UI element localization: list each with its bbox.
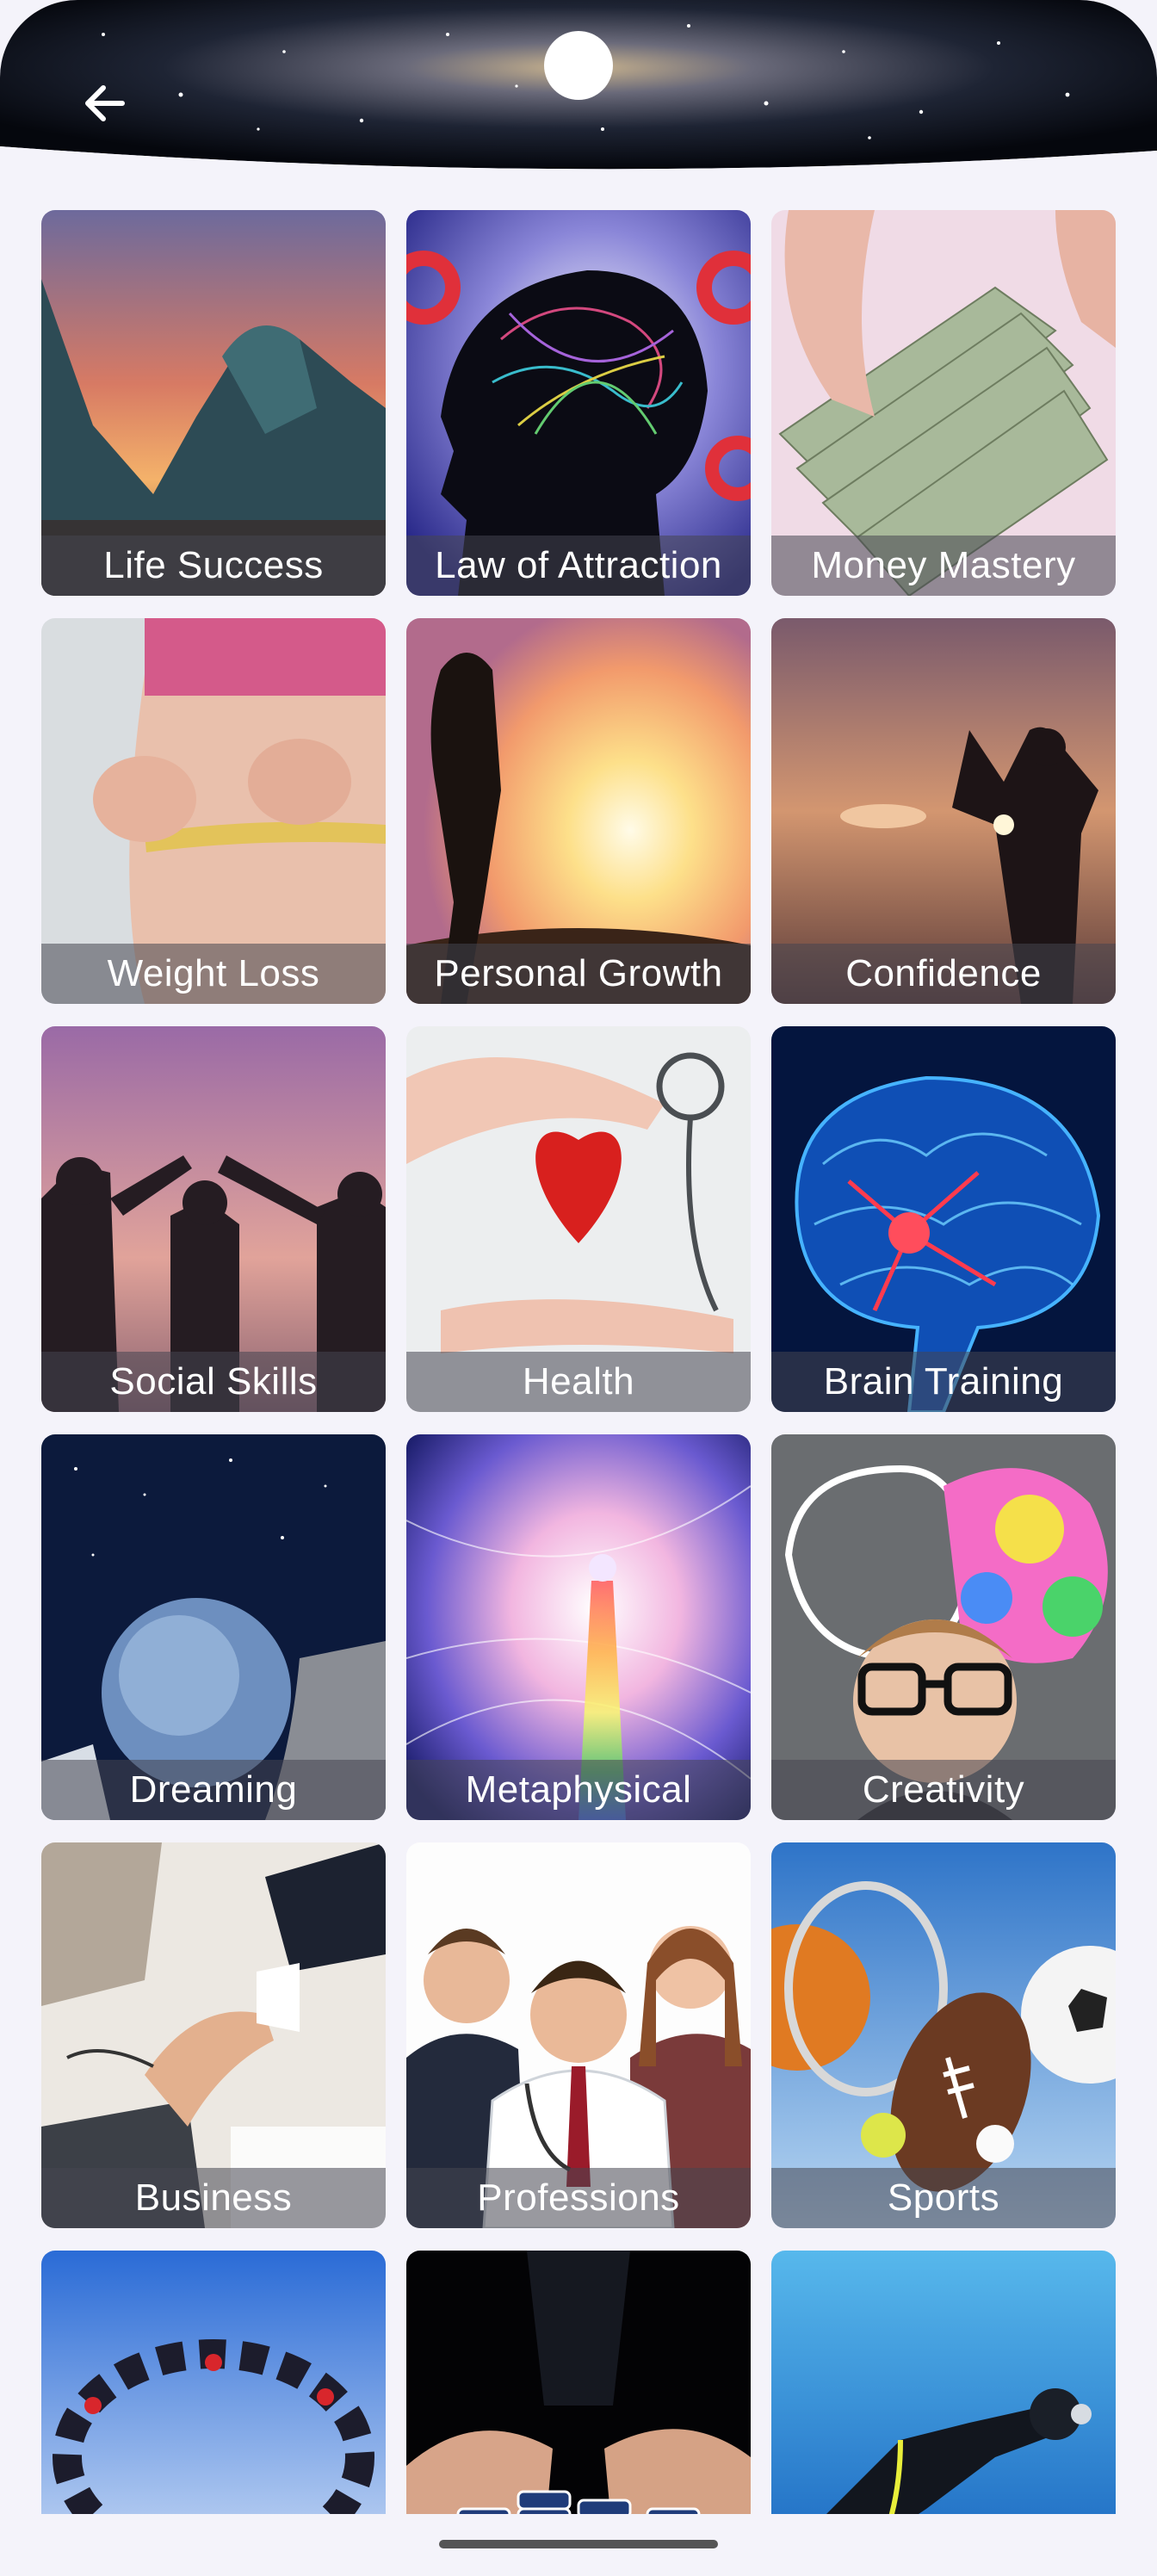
category-tile-health[interactable]: Health	[406, 1026, 751, 1412]
category-tile-money-mastery[interactable]: Money Mastery	[771, 210, 1116, 596]
category-label: Health	[406, 1352, 751, 1412]
category-tile-personal-growth[interactable]: Personal Growth	[406, 618, 751, 1004]
category-grid: Life Success Law of Attraction Money Mas…	[0, 0, 1157, 2514]
category-label: Metaphysical	[406, 1760, 751, 1820]
camera-cutout	[544, 31, 613, 100]
category-tile-skydiving[interactable]	[41, 2251, 386, 2514]
category-label: Life Success	[41, 536, 386, 596]
skydiving-image	[41, 2251, 386, 2514]
category-tile-weight-loss[interactable]: Weight Loss	[41, 618, 386, 1004]
category-label: Personal Growth	[406, 944, 751, 1004]
back-button[interactable]	[72, 71, 138, 136]
poker-image	[406, 2251, 751, 2514]
category-label: Brain Training	[771, 1352, 1116, 1412]
category-tile-creativity[interactable]: Creativity	[771, 1434, 1116, 1820]
category-label: Professions	[406, 2168, 751, 2228]
category-tile-confidence[interactable]: Confidence	[771, 618, 1116, 1004]
category-tile-business[interactable]: Business	[41, 1842, 386, 2228]
category-label: Dreaming	[41, 1760, 386, 1820]
category-label: Business	[41, 2168, 386, 2228]
category-tile-law-of-attraction[interactable]: Law of Attraction	[406, 210, 751, 596]
category-tile-social-skills[interactable]: Social Skills	[41, 1026, 386, 1412]
category-label: Confidence	[771, 944, 1116, 1004]
home-indicator[interactable]	[439, 2540, 718, 2548]
header-banner	[0, 0, 1157, 181]
category-tile-metaphysical[interactable]: Metaphysical	[406, 1434, 751, 1820]
category-label: Money Mastery	[771, 536, 1116, 596]
category-tile-dreaming[interactable]: Dreaming	[41, 1434, 386, 1820]
diving-image	[771, 2251, 1116, 2514]
category-tile-sports[interactable]: Sports	[771, 1842, 1116, 2228]
category-label: Social Skills	[41, 1352, 386, 1412]
category-tile-diving[interactable]	[771, 2251, 1116, 2514]
category-label: Law of Attraction	[406, 536, 751, 596]
category-label: Sports	[771, 2168, 1116, 2228]
category-tile-poker[interactable]	[406, 2251, 751, 2514]
category-tile-brain-training[interactable]: Brain Training	[771, 1026, 1116, 1412]
category-label: Creativity	[771, 1760, 1116, 1820]
arrow-left-icon	[85, 85, 125, 121]
category-tile-professions[interactable]: Professions	[406, 1842, 751, 2228]
category-tile-life-success[interactable]: Life Success	[41, 210, 386, 596]
category-label: Weight Loss	[41, 944, 386, 1004]
